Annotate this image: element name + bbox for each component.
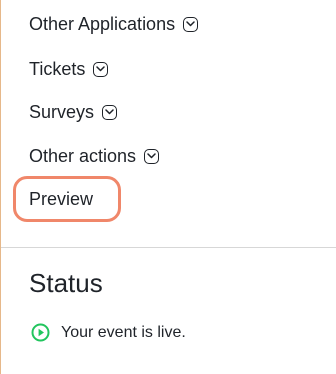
chevron-down-icon xyxy=(93,61,109,77)
chevron-down-icon xyxy=(144,148,160,164)
event-side-panel: Other Applications Tickets Surveys Other… xyxy=(0,0,336,374)
status-heading: Status xyxy=(29,268,103,298)
section-divider xyxy=(1,247,336,248)
status-message: Your event is live. xyxy=(61,323,186,341)
preview-label: Preview xyxy=(29,188,94,209)
chevron-down-icon xyxy=(102,104,118,120)
menu-item-tickets[interactable]: Tickets xyxy=(29,56,109,82)
play-circle-icon xyxy=(31,323,50,342)
menu-item-other-applications[interactable]: Other Applications xyxy=(29,11,199,37)
chevron-down-icon xyxy=(183,16,199,32)
status-row: Your event is live. xyxy=(31,323,186,342)
menu-item-label: Other Applications xyxy=(29,14,176,34)
menu-item-label: Surveys xyxy=(29,102,95,122)
menu-item-label: Tickets xyxy=(29,59,86,79)
menu-item-other-actions[interactable]: Other actions xyxy=(29,143,160,169)
preview-button[interactable]: Preview xyxy=(13,176,121,222)
menu-item-surveys[interactable]: Surveys xyxy=(29,99,118,125)
menu-item-label: Other actions xyxy=(29,146,137,166)
